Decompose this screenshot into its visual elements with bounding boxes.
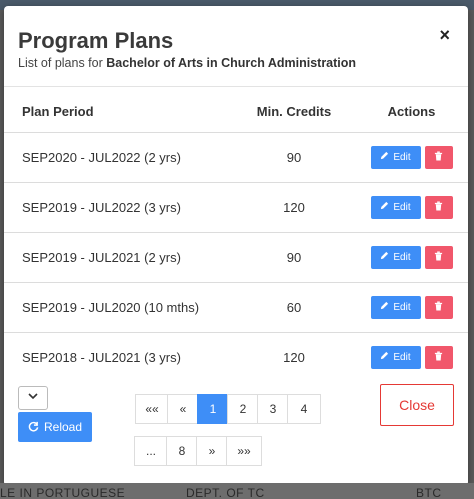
backdrop-text-mid: DEPT. OF TC (186, 486, 265, 499)
modal-title: Program Plans (18, 28, 174, 53)
reload-button[interactable]: Reload (18, 412, 92, 442)
col-plan-period: Plan Period (22, 103, 94, 119)
program-plans-modal: × Program Plans List of plans for Bachel… (4, 6, 468, 486)
close-icon[interactable]: × (439, 26, 450, 44)
table-row: SEP2020 - JUL2022 (2 yrs) 90 Edit (4, 132, 468, 183)
plan-period-cell: SEP2018 - JUL2021 (3 yrs) (4, 332, 233, 382)
page-2-button[interactable]: 2 (227, 394, 259, 424)
table-row: SEP2019 - JUL2022 (3 yrs) 120 Edit (4, 182, 468, 233)
min-credits-cell: 120 (233, 332, 355, 382)
table-row: SEP2018 - JUL2021 (3 yrs) 120 Edit (4, 332, 468, 382)
actions-cell: Edit (355, 182, 468, 233)
actions-cell: Edit (355, 232, 468, 283)
min-credits-cell: 60 (233, 282, 355, 333)
backdrop-text-right: BTC (416, 486, 442, 499)
delete-button[interactable] (424, 346, 453, 369)
col-actions: Actions (387, 103, 436, 119)
trash-icon (434, 201, 443, 211)
plan-period-cell: SEP2020 - JUL2022 (2 yrs) (4, 132, 233, 183)
edit-label: Edit (393, 352, 411, 363)
edit-button[interactable]: Edit (370, 346, 421, 369)
actions-cell: Edit (355, 332, 468, 382)
table-header-row: Plan Period Min. Credits Actions (4, 90, 468, 133)
actions-cell: Edit (355, 282, 468, 333)
delete-button[interactable] (424, 296, 453, 319)
col-min-credits: Min. Credits (256, 103, 332, 119)
pencil-icon (381, 301, 389, 310)
min-credits-cell: 120 (233, 182, 355, 233)
plan-period-cell: SEP2019 - JUL2021 (2 yrs) (4, 232, 233, 283)
refresh-icon (28, 421, 39, 432)
delete-button[interactable] (424, 196, 453, 219)
backdrop-text-left: LE IN PORTUGUESE (0, 486, 126, 499)
page-last-button[interactable]: »» (226, 436, 262, 466)
page-3-button[interactable]: 3 (257, 394, 289, 424)
table-row: SEP2019 - JUL2020 (10 mths) 60 Edit (4, 282, 468, 333)
min-credits-cell: 90 (233, 132, 355, 183)
edit-label: Edit (393, 152, 411, 163)
edit-button[interactable]: Edit (370, 146, 421, 169)
plan-period-cell: SEP2019 - JUL2022 (3 yrs) (4, 182, 233, 233)
page-next-button[interactable]: » (196, 436, 228, 466)
pencil-icon (381, 201, 389, 210)
reload-label: Reload (43, 420, 83, 434)
min-credits-cell: 90 (233, 232, 355, 283)
page-4-button[interactable]: 4 (287, 394, 321, 424)
delete-button[interactable] (424, 246, 453, 269)
modal-subtitle: List of plans for Bachelor of Arts in Ch… (18, 56, 356, 70)
program-name: Bachelor of Arts in Church Administratio… (106, 56, 357, 70)
pencil-icon (381, 351, 389, 360)
table-row: SEP2019 - JUL2021 (2 yrs) 90 Edit (4, 232, 468, 283)
edit-button[interactable]: Edit (370, 296, 421, 319)
pencil-icon (381, 251, 389, 260)
plans-table: Plan Period Min. Credits Actions SEP2020… (4, 90, 468, 382)
close-button[interactable]: Close (380, 384, 454, 426)
chevron-down-icon (28, 393, 38, 400)
page-size-select[interactable] (18, 386, 48, 410)
trash-icon (434, 351, 443, 361)
backdrop-bottom: LE IN PORTUGUESE DEPT. OF TC BTC (0, 483, 474, 499)
edit-button[interactable]: Edit (370, 196, 421, 219)
trash-icon (434, 151, 443, 161)
header-divider (4, 86, 468, 87)
trash-icon (434, 301, 443, 311)
edit-label: Edit (393, 302, 411, 313)
delete-button[interactable] (424, 146, 453, 169)
page-1-button[interactable]: 1 (197, 394, 229, 424)
trash-icon (434, 251, 443, 261)
subtitle-prefix: List of plans for (18, 56, 107, 70)
plan-period-cell: SEP2019 - JUL2020 (10 mths) (4, 282, 233, 333)
pencil-icon (381, 151, 389, 160)
page-first-button[interactable]: «« (135, 394, 169, 424)
edit-label: Edit (393, 202, 411, 213)
edit-label: Edit (393, 252, 411, 263)
actions-cell: Edit (355, 132, 468, 183)
page-prev-button[interactable]: « (167, 394, 199, 424)
page-8-button[interactable]: 8 (166, 436, 198, 466)
page-ellipsis[interactable]: ... (134, 436, 168, 466)
edit-button[interactable]: Edit (370, 246, 421, 269)
